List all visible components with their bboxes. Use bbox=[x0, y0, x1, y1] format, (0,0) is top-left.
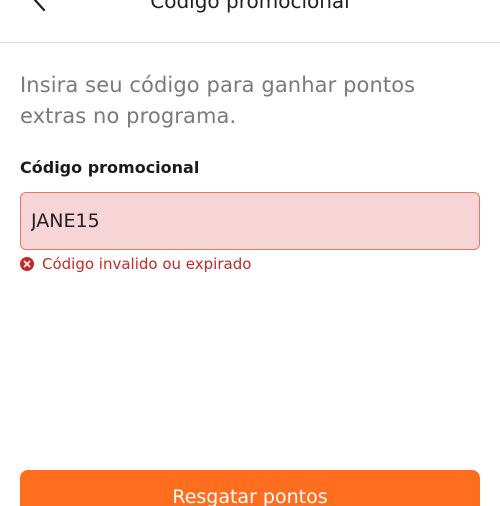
redeem-points-button[interactable]: Resgatar pontos bbox=[20, 470, 480, 506]
promo-code-input-box[interactable] bbox=[20, 192, 480, 250]
promo-code-label: Código promocional bbox=[20, 158, 200, 177]
redeem-points-label: Resgatar pontos bbox=[172, 486, 328, 506]
intro-text: Insira seu código para ganhar pontos ext… bbox=[20, 73, 416, 128]
error-message: Código invalido ou expirado bbox=[42, 255, 252, 273]
error-message-row: Código invalido ou expirado bbox=[20, 254, 251, 274]
promo-code-screen: Código promocional Insira seu código par… bbox=[0, 0, 500, 506]
header: Código promocional bbox=[0, 0, 500, 43]
page-title: Código promocional bbox=[150, 0, 350, 13]
error-circle-x-icon bbox=[20, 257, 34, 271]
promo-code-input[interactable] bbox=[31, 193, 461, 248]
